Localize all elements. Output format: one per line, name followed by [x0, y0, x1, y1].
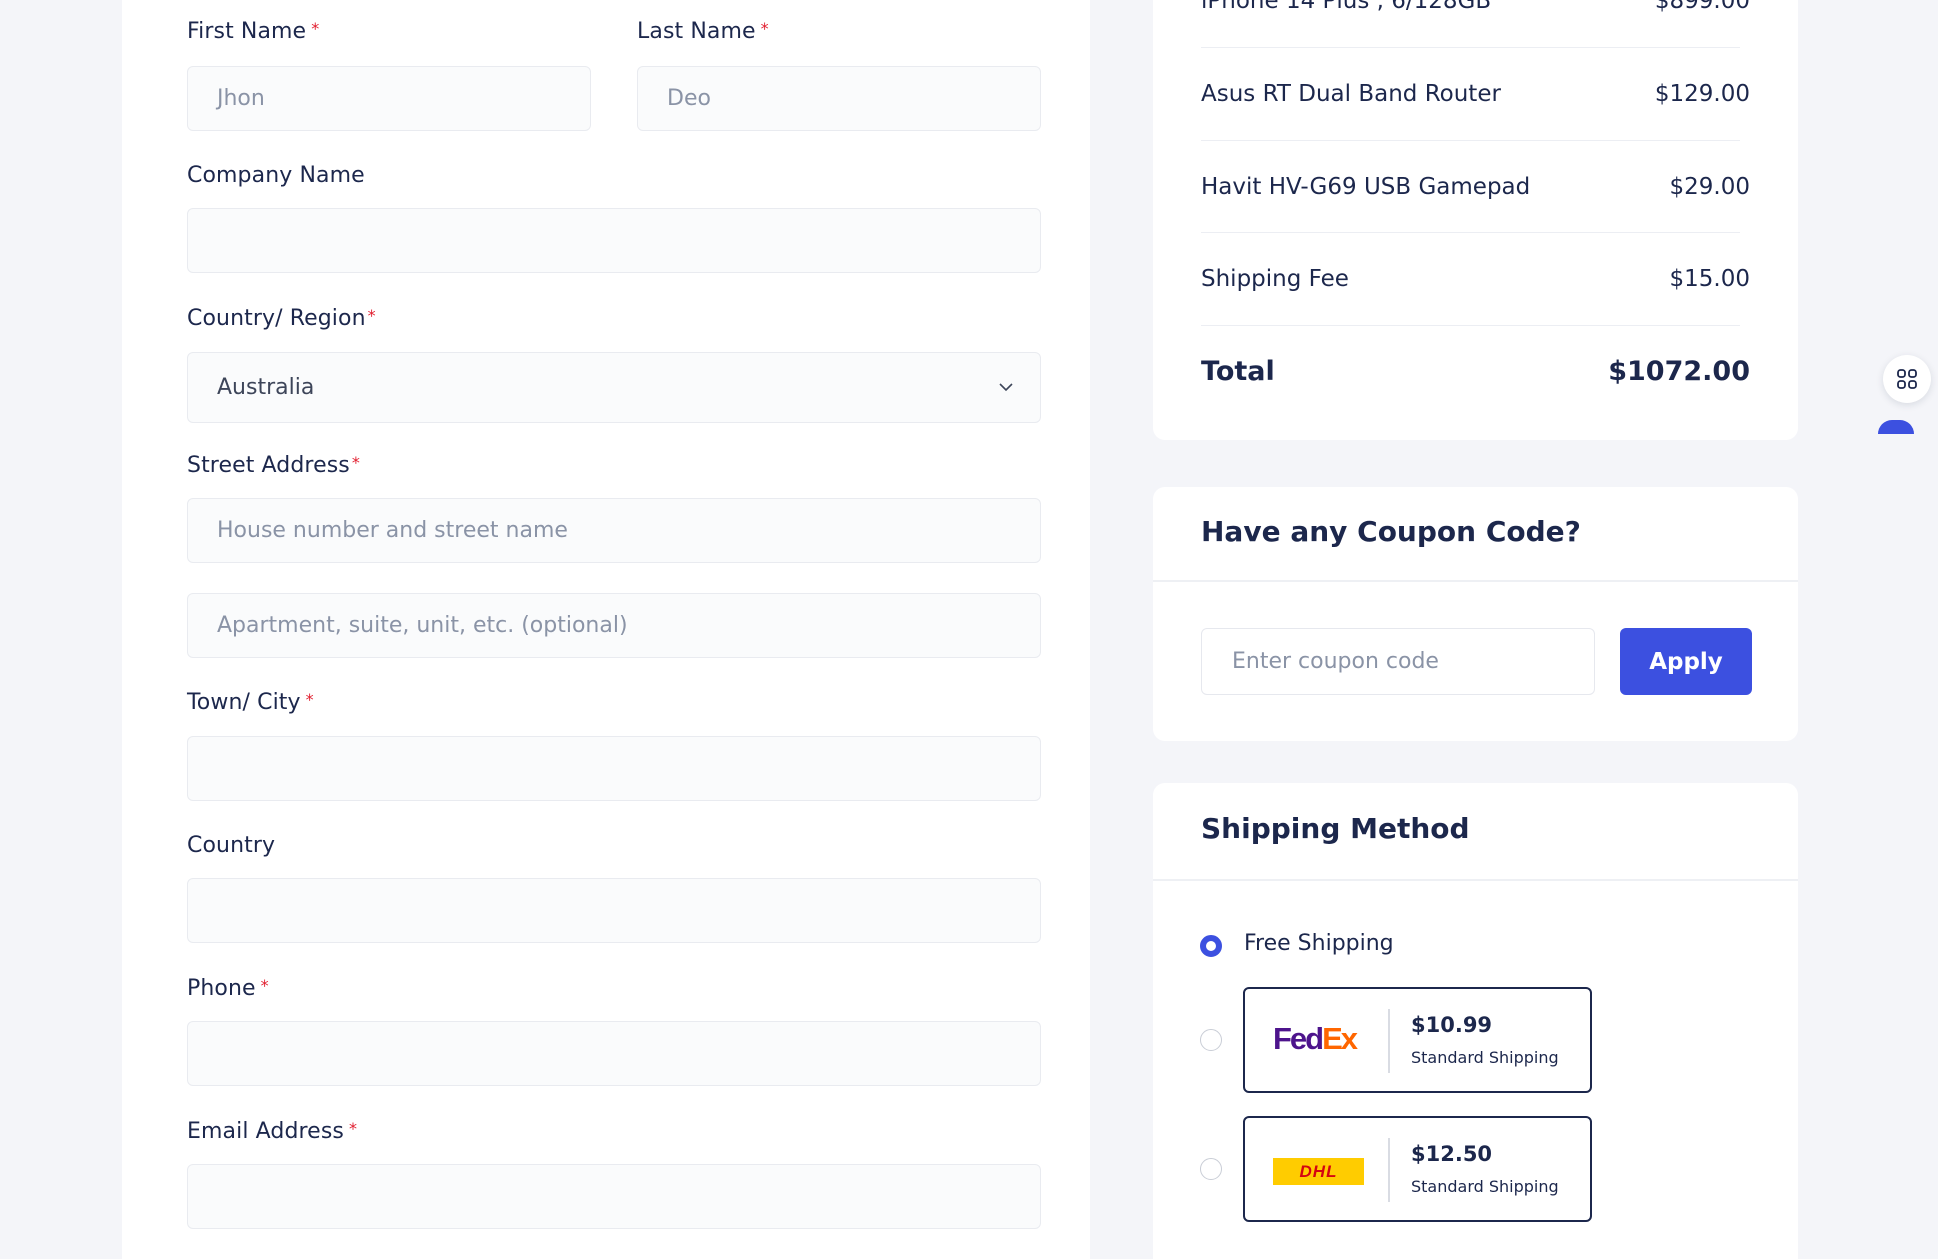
company-name-label: Company Name [187, 163, 365, 188]
street-address-line2-field[interactable]: Apartment, suite, unit, etc. (optional) [187, 593, 1041, 658]
total-price: $1072.00 [1608, 356, 1750, 387]
fedex-radio[interactable] [1200, 1029, 1222, 1051]
country-region-label: Country/ Region * [187, 306, 376, 331]
country-field[interactable] [187, 878, 1041, 943]
shipping-method-title: Shipping Method [1201, 812, 1470, 845]
country-region-value: Australia [217, 375, 315, 400]
free-shipping-label: Free Shipping [1244, 931, 1394, 956]
total-row: Total $1072.00 [1201, 325, 1750, 418]
free-shipping-radio[interactable] [1200, 935, 1222, 957]
dhl-radio[interactable] [1200, 1158, 1222, 1180]
email-label: Email Address * [187, 1119, 358, 1144]
floating-grid-button[interactable] [1883, 355, 1931, 403]
dhl-subtitle: Standard Shipping [1411, 1177, 1559, 1196]
fedex-subtitle: Standard Shipping [1411, 1048, 1559, 1067]
billing-form: First Name * Jhon Last Name * Deo Company … [122, 0, 1090, 1259]
coupon-card: Have any Coupon Code? Enter coupon code … [1153, 487, 1798, 741]
fedex-shipping-option[interactable]: FedEx $10.99 Standard Shipping [1243, 987, 1592, 1093]
last-name-placeholder: Deo [667, 86, 711, 111]
divider [1153, 879, 1798, 881]
item-price: $899.00 [1654, 0, 1750, 14]
divider [1388, 1009, 1390, 1073]
phone-label: Phone * [187, 976, 269, 1001]
country-label: Country [187, 833, 276, 858]
divider [1388, 1138, 1390, 1202]
company-name-field[interactable] [187, 208, 1041, 273]
shipping-fee-row: Shipping Fee $15.00 [1201, 232, 1750, 325]
street-address-label: Street Address * [187, 453, 360, 478]
summary-row: Havit HV-G69 USB Gamepad $29.00 [1201, 140, 1750, 233]
coupon-title: Have any Coupon Code? [1201, 515, 1581, 548]
summary-row: iPhone 14 Plus , 6/128GB $899.00 [1201, 0, 1750, 47]
last-name-field[interactable]: Deo [637, 66, 1041, 131]
coupon-input[interactable]: Enter coupon code [1201, 628, 1595, 695]
dhl-shipping-option[interactable]: DHL $12.50 Standard Shipping [1243, 1116, 1592, 1222]
town-city-field[interactable] [187, 736, 1041, 801]
fedex-price: $10.99 [1411, 1013, 1493, 1037]
country-region-select[interactable]: Australia [187, 352, 1041, 423]
first-name-placeholder: Jhon [217, 86, 265, 111]
summary-row: Asus RT Dual Band Router $129.00 [1201, 47, 1750, 140]
shipping-method-card: Shipping Method Free Shipping FedEx $10.… [1153, 783, 1798, 1259]
grid-icon [1897, 369, 1917, 389]
apply-button[interactable]: Apply [1620, 628, 1752, 695]
item-price: $29.00 [1669, 173, 1750, 200]
last-name-label: Last Name * [637, 19, 769, 44]
dhl-price: $12.50 [1411, 1142, 1493, 1166]
email-field[interactable] [187, 1164, 1041, 1229]
floating-action-button[interactable] [1878, 420, 1914, 434]
checkout-page: First Name * Jhon Last Name * Deo Company … [0, 0, 1938, 1259]
shipping-fee-label: Shipping Fee [1201, 265, 1349, 292]
first-name-field[interactable]: Jhon [187, 66, 591, 131]
item-name: Asus RT Dual Band Router [1201, 80, 1501, 107]
item-price: $129.00 [1654, 80, 1750, 107]
coupon-placeholder: Enter coupon code [1232, 649, 1439, 674]
chevron-down-icon [999, 383, 1013, 392]
street-address-line1-field[interactable]: House number and street name [187, 498, 1041, 563]
item-name: Havit HV-G69 USB Gamepad [1201, 173, 1531, 200]
divider [1153, 580, 1798, 582]
phone-field[interactable] [187, 1021, 1041, 1086]
town-city-label: Town/ City * [187, 690, 314, 715]
order-summary-card: iPhone 14 Plus , 6/128GB $899.00 Asus RT… [1153, 0, 1798, 440]
item-name: iPhone 14 Plus , 6/128GB [1201, 0, 1492, 14]
dhl-logo: DHL [1273, 1158, 1364, 1185]
fedex-logo: FedEx [1273, 1021, 1358, 1056]
shipping-fee-price: $15.00 [1669, 265, 1750, 292]
total-label: Total [1201, 356, 1275, 387]
first-name-label: First Name * [187, 19, 320, 44]
